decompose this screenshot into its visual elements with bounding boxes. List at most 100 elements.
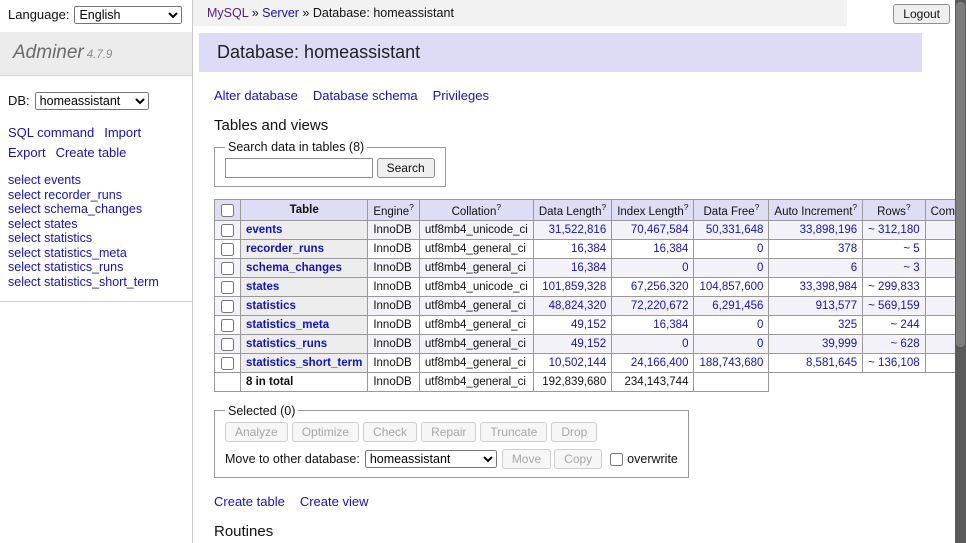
repair-button[interactable]: Repair — [421, 422, 476, 442]
row-checkbox-statistics_short_term[interactable] — [221, 357, 234, 370]
index-length-link[interactable]: 0 — [682, 262, 688, 274]
data-free-link[interactable]: 0 — [757, 243, 763, 255]
row-checkbox-states[interactable] — [221, 281, 234, 294]
move-button[interactable]: Move — [502, 449, 551, 469]
help-sup[interactable]: ? — [409, 202, 414, 212]
logout-button[interactable]: Logout — [893, 4, 950, 24]
index-length-link[interactable]: 0 — [682, 338, 688, 350]
help-sup[interactable]: ? — [496, 202, 501, 212]
data-length-link[interactable]: 16,384 — [571, 262, 606, 274]
data-free-link[interactable]: 104,857,600 — [699, 281, 763, 293]
select-link-schema_changes[interactable]: select — [8, 202, 41, 216]
row-checkbox-events[interactable] — [221, 224, 234, 237]
help-sup[interactable]: ? — [755, 202, 760, 212]
data-length-link[interactable]: 101,859,328 — [542, 281, 606, 293]
data-free-link[interactable]: 0 — [757, 262, 763, 274]
row-checkbox-statistics_runs[interactable] — [221, 338, 234, 351]
index-length-link[interactable]: 16,384 — [653, 243, 688, 255]
select-link-events[interactable]: select — [8, 173, 41, 187]
table-link-statistics_runs[interactable]: statistics_runs — [44, 260, 123, 274]
select-link-statistics_short_term[interactable]: select — [8, 275, 41, 289]
auto-increment-link[interactable]: 33,898,196 — [800, 224, 858, 236]
truncate-button[interactable]: Truncate — [480, 422, 547, 442]
row-checkbox-schema_changes[interactable] — [221, 262, 234, 275]
auto-increment-link[interactable]: 33,398,984 — [800, 281, 858, 293]
index-length-link[interactable]: 16,384 — [653, 319, 688, 331]
table-name-link-recorder_runs[interactable]: recorder_runs — [246, 243, 324, 255]
search-button[interactable]: Search — [377, 158, 435, 178]
rows-count-link[interactable]: ~ 569,159 — [868, 300, 919, 312]
breadcrumb-link-mysql[interactable]: MySQL — [207, 6, 248, 20]
breadcrumb-link-server[interactable]: Server — [262, 6, 299, 20]
help-sup[interactable]: ? — [601, 202, 606, 212]
data-length-link[interactable]: 16,384 — [571, 243, 606, 255]
table-link-events[interactable]: events — [44, 173, 81, 187]
data-length-link[interactable]: 49,152 — [571, 338, 606, 350]
select-link-statistics[interactable]: select — [8, 231, 41, 245]
help-sup[interactable]: ? — [684, 202, 689, 212]
table-name-link-schema_changes[interactable]: schema_changes — [246, 262, 342, 274]
overwrite-checkbox[interactable] — [610, 453, 623, 466]
scrollbar[interactable] — [955, 0, 966, 543]
db-select[interactable]: homeassistant — [35, 92, 149, 110]
brand-version[interactable]: 4.7.9 — [87, 49, 113, 61]
help-sup[interactable]: ? — [852, 202, 857, 212]
table-name-link-states[interactable]: states — [246, 281, 279, 293]
analyze-button[interactable]: Analyze — [225, 422, 288, 442]
create-table-link[interactable]: Create table — [214, 494, 285, 509]
scrollbar-thumb[interactable] — [956, 2, 965, 347]
privileges-link[interactable]: Privileges — [433, 88, 489, 103]
optimize-button[interactable]: Optimize — [292, 422, 359, 442]
select-link-statistics_meta[interactable]: select — [8, 246, 41, 260]
table-link-statistics[interactable]: statistics — [44, 231, 92, 245]
overwrite-option[interactable]: overwrite — [609, 452, 678, 466]
data-free-link[interactable]: 50,331,648 — [706, 224, 764, 236]
data-free-link[interactable]: 0 — [757, 338, 763, 350]
brand-name[interactable]: Adminer — [13, 42, 84, 63]
rows-count-link[interactable]: ~ 5 — [903, 243, 919, 255]
table-name-link-statistics_short_term[interactable]: statistics_short_term — [246, 357, 362, 369]
row-checkbox-statistics_meta[interactable] — [221, 319, 234, 332]
check-button[interactable]: Check — [363, 422, 417, 442]
table-name-link-statistics_runs[interactable]: statistics_runs — [246, 338, 327, 350]
rows-count-link[interactable]: ~ 136,108 — [868, 357, 919, 369]
data-length-link[interactable]: 31,522,816 — [549, 224, 607, 236]
create-table-link[interactable]: Create table — [56, 145, 127, 160]
index-length-link[interactable]: 67,256,320 — [631, 281, 689, 293]
rows-count-link[interactable]: ~ 244 — [891, 319, 920, 331]
index-length-link[interactable]: 24,166,400 — [631, 357, 689, 369]
table-link-states[interactable]: states — [44, 217, 77, 231]
export-link[interactable]: Export — [8, 145, 46, 160]
auto-increment-link[interactable]: 8,581,645 — [806, 357, 857, 369]
sql-command-link[interactable]: SQL command — [8, 125, 94, 140]
table-link-schema_changes[interactable]: schema_changes — [44, 202, 142, 216]
data-length-link[interactable]: 49,152 — [571, 319, 606, 331]
data-free-link[interactable]: 6,291,456 — [712, 300, 763, 312]
table-name-link-statistics_meta[interactable]: statistics_meta — [246, 319, 329, 331]
select-link-states[interactable]: select — [8, 217, 41, 231]
data-free-link[interactable]: 188,743,680 — [699, 357, 763, 369]
table-link-recorder_runs[interactable]: recorder_runs — [44, 188, 122, 202]
index-length-link[interactable]: 70,467,584 — [631, 224, 689, 236]
select-all-checkbox[interactable] — [221, 204, 234, 217]
table-name-link-statistics[interactable]: statistics — [246, 300, 296, 312]
rows-count-link[interactable]: ~ 312,180 — [868, 224, 919, 236]
create-view-link[interactable]: Create view — [300, 494, 369, 509]
search-input[interactable] — [225, 158, 373, 178]
copy-button[interactable]: Copy — [554, 449, 602, 469]
database-schema-link[interactable]: Database schema — [313, 88, 418, 103]
row-checkbox-statistics[interactable] — [221, 300, 234, 313]
alter-database-link[interactable]: Alter database — [214, 88, 298, 103]
table-link-statistics_meta[interactable]: statistics_meta — [44, 246, 127, 260]
rows-count-link[interactable]: ~ 299,833 — [868, 281, 919, 293]
data-length-link[interactable]: 48,824,320 — [549, 300, 607, 312]
import-link[interactable]: Import — [104, 125, 141, 140]
data-length-link[interactable]: 10,502,144 — [549, 357, 607, 369]
table-link-statistics_short_term[interactable]: statistics_short_term — [44, 275, 159, 289]
rows-count-link[interactable]: ~ 628 — [891, 338, 920, 350]
table-name-link-events[interactable]: events — [246, 224, 282, 236]
help-sup[interactable]: ? — [906, 202, 911, 212]
auto-increment-link[interactable]: 325 — [838, 319, 857, 331]
rows-count-link[interactable]: ~ 3 — [903, 262, 919, 274]
auto-increment-link[interactable]: 39,999 — [822, 338, 857, 350]
